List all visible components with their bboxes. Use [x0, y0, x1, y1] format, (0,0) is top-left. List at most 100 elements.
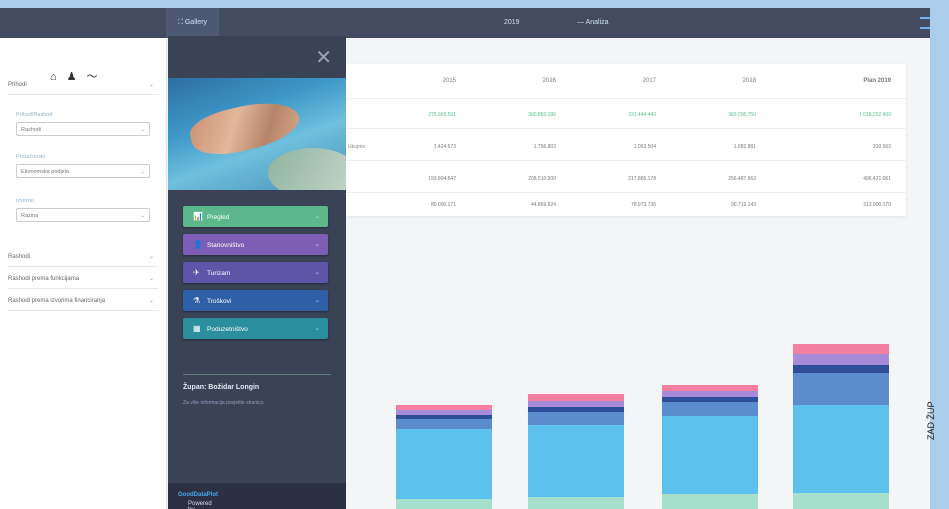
side-caption: ZAD ŽUP: [926, 401, 936, 440]
table-cell: 406.421.061: [863, 176, 891, 182]
divider: [346, 98, 906, 99]
sidebar-row-label: Prihodi: [8, 82, 27, 88]
bar-segment[interactable]: [793, 493, 889, 509]
column-header: 2015: [442, 78, 456, 84]
table-cell: 78.973.736: [630, 202, 656, 208]
table-cell: 365.206.750: [728, 112, 756, 118]
table-cell: 44.869.824: [530, 202, 556, 208]
divider: [346, 128, 906, 129]
sidebar-row-funkcije[interactable]: Rashodi prema funkcijama ⌄: [8, 270, 158, 289]
bar-segment[interactable]: [528, 394, 624, 401]
divider: [183, 374, 331, 375]
sidebar-row-label: Rashodi prema izvorima financiranja: [8, 298, 106, 304]
app-window: ⛶ Gallery 2019 — Analiza ⌂♟〜 Prihodi ⌄ Pr…: [0, 8, 930, 509]
field-label: Prihod/Rashod: [16, 112, 53, 118]
bar-segment[interactable]: [662, 402, 758, 416]
tab-analysis[interactable]: — Analiza: [565, 8, 621, 38]
bar-segment[interactable]: [662, 416, 758, 494]
divider: [346, 160, 906, 161]
sidebar-row-prihodi[interactable]: Prihodi ⌄: [8, 76, 158, 95]
category-button-troskovi[interactable]: ⚗ Troškovi ⌄: [183, 290, 328, 311]
footer-prefix: Powered by: [188, 501, 212, 509]
chevron-down-icon: ⌄: [314, 325, 320, 332]
column-header: Plan 2019: [863, 78, 891, 84]
category-button-poduzetnistvo[interactable]: ▦ Poduzetništvo ⌄: [183, 318, 328, 339]
navigation-panel: ✕ 📊 Pregled ⌄ 👤 Stanovništvo ⌄ ✈ Turizam ⌄ ⚗ Tr…: [168, 36, 346, 509]
bar-segment[interactable]: [793, 344, 889, 354]
select-izvorno[interactable]: Razina ⌄: [16, 208, 150, 222]
select-prihod-rashod[interactable]: Rashodi ⌄: [16, 122, 150, 136]
bar-segment[interactable]: [528, 412, 624, 425]
row-label: Ukupno: [348, 144, 366, 150]
table-cell: 275.903.591: [428, 112, 456, 118]
sidebar-row-izvori[interactable]: Rashodi prema izvorima financiranja ⌄: [8, 292, 158, 311]
select-value: Rashodi: [21, 127, 42, 133]
hamburger-menu-icon[interactable]: [920, 17, 930, 29]
shore-shape: [268, 148, 346, 190]
bar-segment[interactable]: [396, 429, 492, 499]
select-proracunski[interactable]: Ekonomska podjela ⌄: [16, 164, 150, 178]
table-cell: 313.900.170: [863, 202, 891, 208]
field-label: Izvorno: [16, 198, 35, 204]
footer-text: Powered by GoodDataPlot: [178, 492, 218, 509]
bar-segment[interactable]: [396, 410, 492, 415]
bottle-icon: ⚗: [193, 296, 201, 305]
table-cell: 256.487.663: [728, 176, 756, 182]
table-cell: 1.082.881: [733, 144, 756, 150]
chevron-down-icon: ⌄: [148, 254, 154, 260]
close-icon[interactable]: ✕: [315, 48, 332, 68]
column-header: 2016: [542, 78, 556, 84]
category-label: Troškovi: [207, 298, 232, 305]
table-cell: 310.562: [872, 144, 891, 150]
tab-gallery-label: Gallery: [184, 19, 208, 26]
panel-subtitle-link[interactable]: Za više informacija posjetite stranicu: [183, 400, 264, 406]
chevron-down-icon: ⌄: [140, 213, 145, 219]
table-cell: 1.018.252.400: [859, 112, 891, 118]
table-cell: 1.756.803: [533, 144, 556, 150]
bar-segment[interactable]: [793, 405, 889, 493]
table-cell: 208.510.300: [528, 176, 556, 182]
bar-segment[interactable]: [793, 354, 889, 365]
bar-segment[interactable]: [662, 397, 758, 402]
bar-segment[interactable]: [528, 401, 624, 407]
divider: [346, 192, 906, 193]
bar-segment[interactable]: [662, 385, 758, 391]
gallery-icon: ⛶: [178, 19, 185, 26]
bar-segment[interactable]: [662, 391, 758, 397]
chevron-down-icon: ⌄: [140, 169, 145, 175]
panel-footer: Powered by GoodDataPlot: [168, 483, 346, 509]
chevron-down-icon: ⌄: [148, 298, 154, 304]
panel-title: Župan: Božidar Longin: [183, 384, 260, 391]
category-label: Turizam: [207, 270, 231, 277]
category-label: Pregled: [207, 214, 230, 221]
bar-segment[interactable]: [396, 415, 492, 419]
bar-segment[interactable]: [528, 425, 624, 497]
sidebar-row-label: Rashodi prema funkcijama: [8, 276, 80, 282]
sidebar-row-rashodi[interactable]: Rashodi ⌄: [8, 248, 158, 267]
bar-segment[interactable]: [396, 499, 492, 509]
filter-sidebar: ⌂♟〜 Prihodi ⌄ Prihod/Rashod Rashodi ⌄ Pror…: [0, 38, 167, 509]
select-value: Razina: [21, 213, 39, 219]
category-button-pregled[interactable]: 📊 Pregled ⌄: [183, 206, 328, 227]
category-button-turizam[interactable]: ✈ Turizam ⌄: [183, 262, 328, 283]
person-icon: 👤: [193, 240, 203, 249]
tab-gallery[interactable]: ⛶ Gallery: [166, 8, 220, 38]
category-label: Stanovništvo: [207, 242, 245, 249]
stacked-bar-chart: [396, 344, 889, 509]
sidebar-row-label: Rashodi: [8, 254, 31, 260]
bar-segment[interactable]: [396, 419, 492, 429]
chevron-down-icon: ⌄: [148, 276, 154, 282]
footer-brand-link[interactable]: GoodDataPlot: [178, 492, 218, 498]
bar-segment[interactable]: [396, 405, 492, 410]
table-cell: 193.904.847: [428, 176, 456, 182]
chevron-down-icon: ⌄: [314, 269, 320, 276]
bar-segment[interactable]: [793, 373, 889, 405]
bar-segment[interactable]: [662, 494, 758, 509]
column-header: 2018: [742, 78, 756, 84]
bar-segment[interactable]: [528, 407, 624, 412]
bar-segment[interactable]: [528, 497, 624, 509]
dashboard-icon: 📊: [193, 212, 203, 221]
tab-year[interactable]: 2019: [492, 8, 532, 38]
bar-segment[interactable]: [793, 365, 889, 373]
category-button-stanovnistvo[interactable]: 👤 Stanovništvo ⌄: [183, 234, 328, 255]
